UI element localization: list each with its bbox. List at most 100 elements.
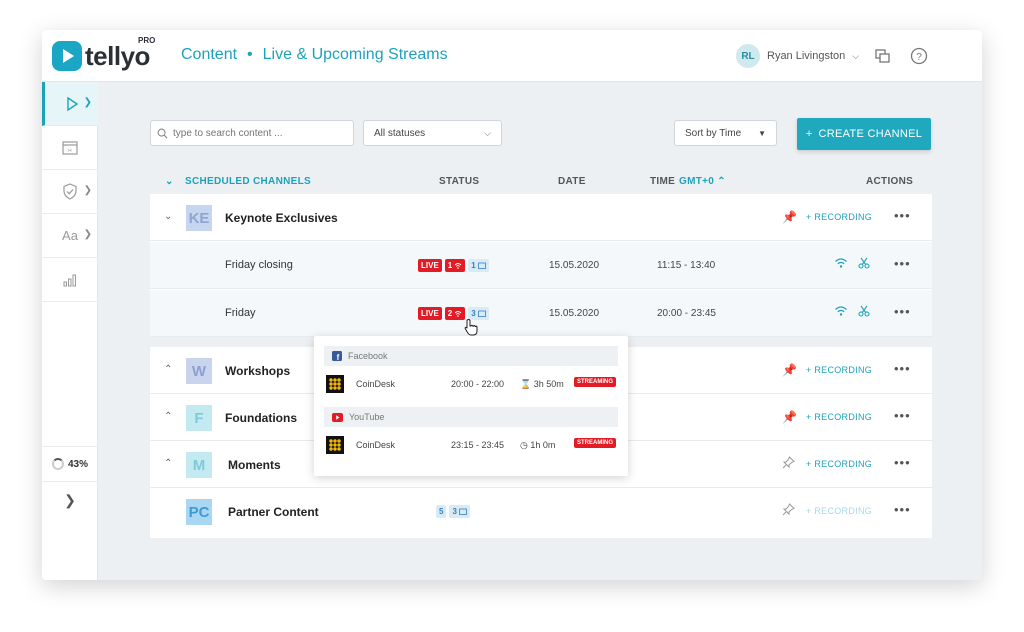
- status-badges: LIVE 1 1: [418, 259, 489, 272]
- scheduled-count: 3: [471, 309, 476, 318]
- event-name[interactable]: Friday: [225, 307, 256, 319]
- chevron-right-icon: ❯: [83, 185, 92, 196]
- channel-thumbnail: [326, 436, 344, 454]
- wifi-icon[interactable]: [834, 257, 848, 269]
- caret-down-icon: ▼: [758, 128, 766, 138]
- calendar-icon: [477, 262, 486, 269]
- chevron-down-icon: ⌵: [484, 127, 491, 138]
- pin-outline-icon[interactable]: [782, 456, 795, 469]
- add-recording-button[interactable]: + RECORDING: [806, 459, 872, 469]
- stream-item[interactable]: CoinDesk 23:15 - 23:45 ◷ 1h 0m STREAMING: [326, 433, 618, 457]
- scissors-icon[interactable]: [858, 257, 870, 269]
- streaming-badge: STREAMING: [574, 438, 616, 448]
- channel-name[interactable]: Partner Content: [228, 505, 319, 519]
- col-time: TIME: [650, 176, 676, 187]
- more-icon[interactable]: •••: [894, 408, 911, 423]
- status-badges: LIVE 2 3: [418, 307, 489, 320]
- timezone-toggle[interactable]: GMT+0 ⌃: [679, 176, 726, 187]
- content-count-badge[interactable]: 5: [436, 505, 447, 518]
- col-scheduled-channels[interactable]: SCHEDULED CHANNELS: [185, 176, 311, 187]
- stream-duration: ⌛ 3h 50m: [520, 379, 564, 390]
- scheduled-count-badge[interactable]: 1: [468, 259, 489, 272]
- col-status: STATUS: [439, 176, 480, 187]
- top-header: tellyo PRO Content • Live & Upcoming Str…: [42, 30, 982, 82]
- more-icon[interactable]: •••: [894, 208, 911, 223]
- search-icon: [157, 128, 168, 138]
- add-recording-button[interactable]: + RECORDING: [806, 412, 872, 422]
- more-icon[interactable]: •••: [894, 256, 911, 271]
- sidebar-item-clips[interactable]: ✂: [42, 126, 98, 170]
- svg-text:f: f: [337, 353, 340, 361]
- svg-text:?: ?: [916, 52, 922, 63]
- chevron-right-icon: ❯: [83, 229, 92, 240]
- sidebar-item-analytics[interactable]: [42, 258, 98, 302]
- app-window: tellyo PRO Content • Live & Upcoming Str…: [42, 30, 982, 580]
- more-icon[interactable]: •••: [894, 502, 911, 517]
- avatar: RL: [736, 44, 760, 68]
- add-recording-button-disabled[interactable]: + RECORDING: [806, 506, 872, 516]
- scheduled-count-badge[interactable]: 3: [449, 505, 470, 518]
- chevron-up-icon[interactable]: ⌃: [164, 458, 172, 469]
- table-row[interactable]: PC Partner Content 5 3 + RECORDING •••: [150, 488, 932, 535]
- clapper-icon: ✂: [62, 140, 78, 155]
- windows-icon[interactable]: [874, 47, 892, 65]
- create-channel-button[interactable]: + CREATE CHANNEL: [797, 118, 931, 150]
- stream-count-badge[interactable]: 2: [444, 307, 466, 320]
- channel-name[interactable]: Foundations: [225, 411, 297, 425]
- channel-name[interactable]: Moments: [228, 458, 281, 472]
- stream-time: 23:15 - 23:45: [451, 440, 505, 450]
- chevron-up-icon[interactable]: ⌃: [164, 411, 172, 422]
- collapse-all-icon[interactable]: ⌄: [165, 176, 174, 187]
- event-name[interactable]: Friday closing: [225, 259, 293, 271]
- stream-time: 20:00 - 22:00: [451, 379, 505, 389]
- chevron-right-icon: ❯: [83, 97, 92, 108]
- help-icon[interactable]: ?: [910, 47, 928, 65]
- scissors-icon[interactable]: [858, 305, 870, 317]
- wifi-icon[interactable]: [834, 305, 848, 317]
- channel-name[interactable]: Workshops: [225, 364, 290, 378]
- progress-value: 43%: [67, 458, 88, 470]
- pin-icon[interactable]: 📌: [782, 210, 797, 224]
- logo-text: tellyo: [85, 40, 150, 71]
- pin-icon[interactable]: 📌: [782, 410, 797, 424]
- channel-name[interactable]: Keynote Exclusives: [225, 211, 338, 225]
- svg-text:✂: ✂: [67, 148, 72, 154]
- tellyo-logo[interactable]: tellyo PRO: [52, 36, 155, 73]
- pin-icon[interactable]: 📌: [782, 363, 797, 377]
- progress-ring-icon: [51, 458, 64, 470]
- plus-icon: +: [805, 128, 813, 140]
- table-row[interactable]: Friday LIVE 2 3 15.05.2020 20:00 - 23:45…: [150, 290, 932, 337]
- source-header-facebook: f Facebook: [324, 346, 618, 366]
- more-icon[interactable]: •••: [894, 361, 911, 376]
- sidebar-item-security[interactable]: ❯: [42, 170, 98, 214]
- recording-label: RECORDING: [814, 506, 873, 516]
- stream-count-badge[interactable]: 1: [444, 259, 466, 272]
- stream-item[interactable]: CoinDesk 20:00 - 22:00 ⌛ 3h 50m STREAMIN…: [326, 372, 618, 396]
- user-name: Ryan Livingston: [767, 50, 846, 62]
- chevron-up-icon[interactable]: ⌃: [164, 364, 172, 375]
- channel-avatar: M: [186, 452, 212, 478]
- pin-outline-icon[interactable]: [782, 503, 795, 516]
- search-input[interactable]: [173, 127, 343, 139]
- event-time: 11:15 - 13:40: [657, 260, 716, 271]
- duration-value: 3h 50m: [533, 379, 564, 389]
- user-menu[interactable]: RL Ryan Livingston ⌵: [736, 44, 859, 68]
- table-row[interactable]: ⌄ KE Keynote Exclusives 📌 + RECORDING ••…: [150, 194, 932, 241]
- sidebar-item-streams[interactable]: ❯: [42, 82, 98, 126]
- expand-sidebar-button[interactable]: ❯: [42, 492, 98, 522]
- more-icon[interactable]: •••: [894, 455, 911, 470]
- sort-select[interactable]: Sort by Time ▼: [674, 120, 777, 146]
- add-recording-button[interactable]: + RECORDING: [806, 212, 872, 222]
- search-box[interactable]: [150, 120, 354, 146]
- platform-name: YouTube: [349, 412, 385, 422]
- add-recording-button[interactable]: + RECORDING: [806, 365, 872, 375]
- streaming-badge: STREAMING: [574, 377, 616, 387]
- status-filter-select[interactable]: All statuses ⌵: [363, 120, 502, 146]
- hourglass-icon: ⌛: [520, 379, 532, 389]
- table-row[interactable]: Friday closing LIVE 1 1 15.05.2020 11:15…: [150, 242, 932, 289]
- sidebar-item-typography[interactable]: Aa ❯: [42, 214, 98, 258]
- chevron-down-icon[interactable]: ⌄: [164, 211, 172, 222]
- recording-label: RECORDING: [814, 412, 873, 422]
- breadcrumb-content[interactable]: Content: [181, 46, 237, 64]
- more-icon[interactable]: •••: [894, 304, 911, 319]
